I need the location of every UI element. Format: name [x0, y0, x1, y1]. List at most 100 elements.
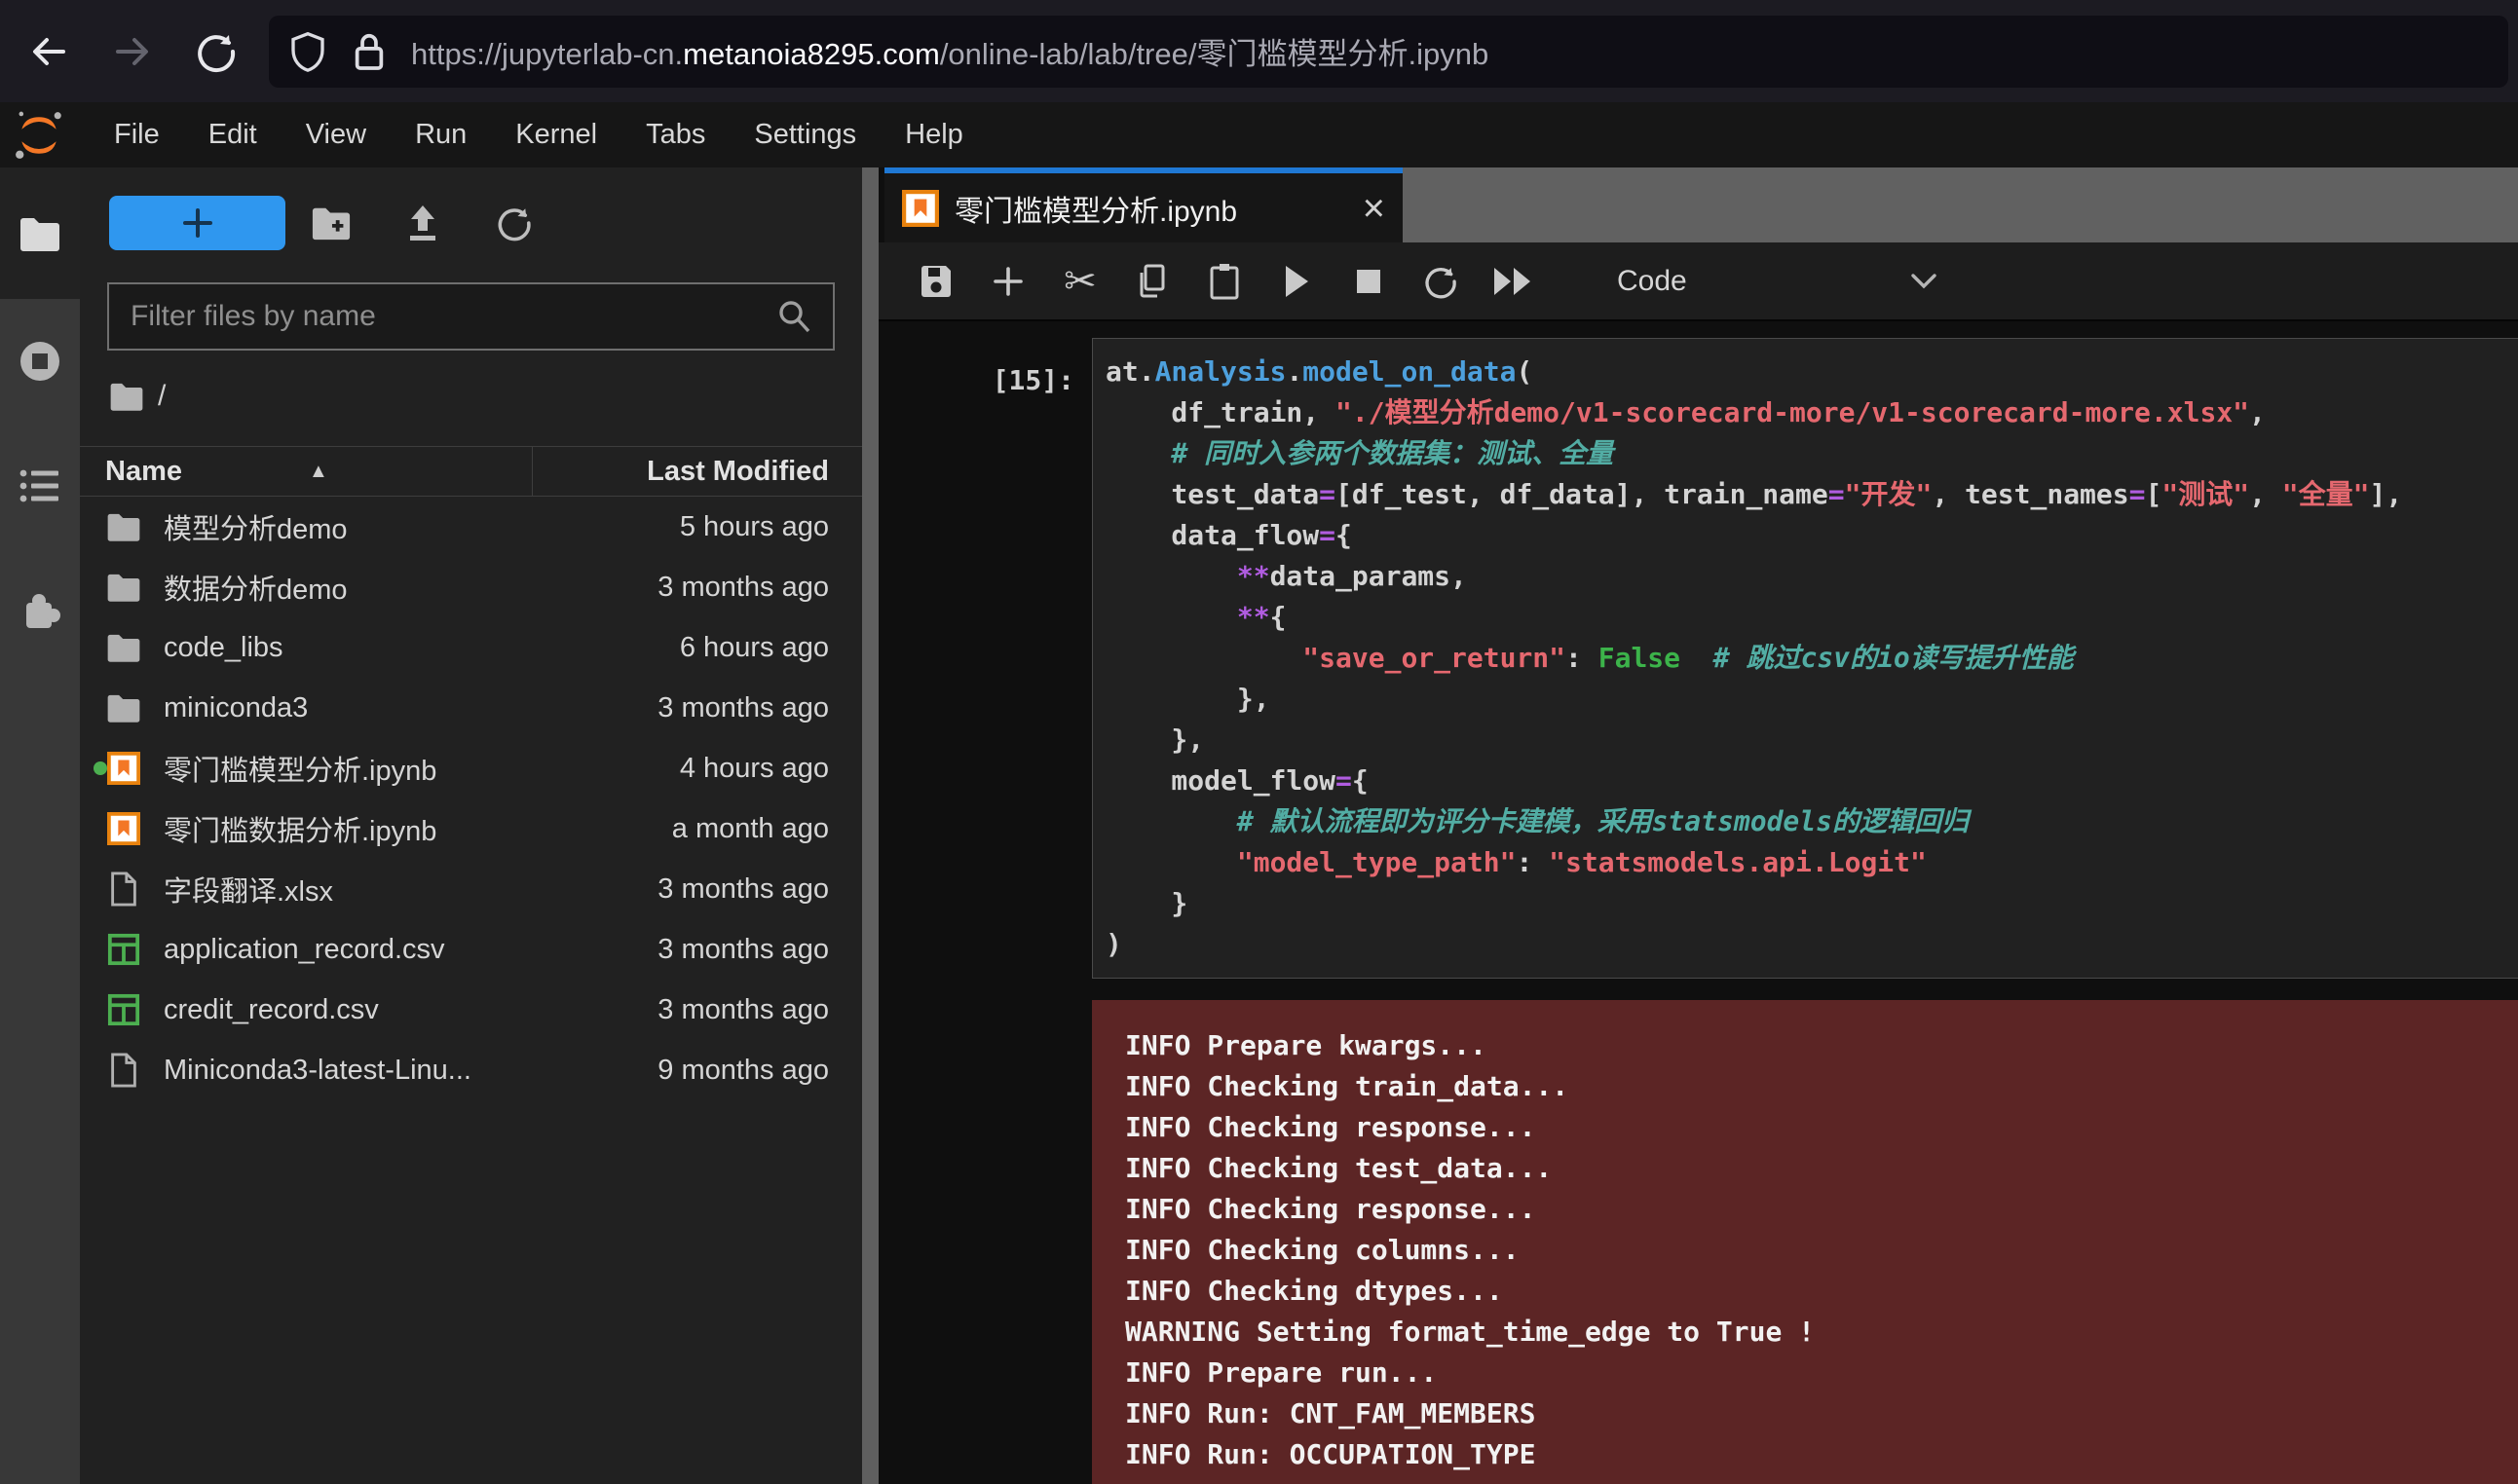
- forward-icon[interactable]: [97, 17, 168, 87]
- folder-icon: [106, 573, 141, 602]
- spreadsheet-icon: [107, 933, 140, 966]
- menu-run[interactable]: Run: [391, 102, 491, 167]
- search-icon: [774, 297, 813, 336]
- add-cell-button[interactable]: [972, 252, 1044, 311]
- filter-files-input[interactable]: [109, 300, 755, 333]
- file-row[interactable]: 数据分析demo3 months ago: [80, 557, 862, 617]
- file-row[interactable]: 零门槛模型分析.ipynb4 hours ago: [80, 738, 862, 798]
- menu-view[interactable]: View: [282, 102, 391, 167]
- code-line: at.Analysis.model_on_data(: [1106, 352, 2518, 392]
- upload-button[interactable]: [377, 204, 469, 242]
- back-icon[interactable]: [14, 17, 84, 87]
- execution-count: [15]:: [879, 338, 1092, 979]
- sidebar-item-toc[interactable]: [0, 424, 80, 548]
- file-browser-panel: / Name ▲ Last Modified 模型分析demo5 hours a…: [80, 167, 862, 1484]
- plus-icon: [992, 265, 1025, 298]
- file-modified: 3 months ago: [658, 994, 862, 1026]
- shield-icon[interactable]: [288, 30, 327, 73]
- close-icon[interactable]: ×: [1363, 189, 1385, 228]
- file-name: credit_record.csv: [164, 994, 658, 1026]
- browser-toolbar: https://jupyterlab-cn.metanoia8295.com/o…: [0, 0, 2518, 102]
- code-cell: [15]: at.Analysis.model_on_data( df_trai…: [879, 338, 2518, 979]
- folder-icon: [105, 633, 142, 662]
- file-row[interactable]: miniconda33 months ago: [80, 678, 862, 738]
- restart-kernel-button[interactable]: [1405, 252, 1477, 311]
- code-line: df_train, "./模型分析demo/v1-scorecard-more/…: [1106, 392, 2518, 433]
- code-editor[interactable]: at.Analysis.model_on_data( df_train, "./…: [1092, 338, 2518, 979]
- cell-type-label: Code: [1617, 265, 1687, 298]
- tab-title: 零门槛模型分析.ipynb: [955, 187, 1237, 230]
- new-launcher-button[interactable]: [109, 196, 285, 250]
- refresh-button[interactable]: [469, 204, 560, 242]
- paste-cells-button[interactable]: [1188, 252, 1260, 311]
- stop-kernel-button[interactable]: [1333, 252, 1405, 311]
- save-icon: [918, 263, 955, 300]
- code-line: "save_or_return": False # 跳过csv的io读写提升性能: [1106, 638, 2518, 679]
- code-line: **{: [1106, 597, 2518, 638]
- column-header-name[interactable]: Name ▲: [80, 456, 532, 488]
- screen: https://jupyterlab-cn.metanoia8295.com/o…: [0, 0, 2518, 1484]
- file-row[interactable]: 字段翻译.xlsx3 months ago: [80, 859, 862, 919]
- url-bar[interactable]: https://jupyterlab-cn.metanoia8295.com/o…: [269, 16, 2508, 88]
- code-line: data_flow={: [1106, 515, 2518, 556]
- menu-tabs[interactable]: Tabs: [621, 102, 730, 167]
- copy-cells-button[interactable]: [1116, 252, 1188, 311]
- panel-splitter[interactable]: [862, 167, 879, 1484]
- sidebar-item-extensions[interactable]: [0, 548, 80, 673]
- folder-icon: [105, 573, 142, 602]
- file-row[interactable]: application_record.csv3 months ago: [80, 919, 862, 980]
- jupyterlab-menubar: FileEditViewRunKernelTabsSettingsHelp: [0, 102, 2518, 167]
- puzzle-icon: [19, 589, 61, 632]
- file-name: miniconda3: [164, 692, 658, 724]
- log-line: INFO Prepare kwargs...: [1125, 1025, 2518, 1066]
- notebook-icon: [107, 752, 140, 785]
- notebook-icon: [902, 190, 939, 227]
- column-header-last-modified[interactable]: Last Modified: [532, 447, 862, 496]
- menu-settings[interactable]: Settings: [730, 102, 881, 167]
- breadcrumb[interactable]: /: [109, 380, 166, 413]
- breadcrumb-root[interactable]: /: [158, 380, 166, 413]
- stop-icon: [1355, 268, 1382, 295]
- file-row[interactable]: 零门槛数据分析.ipynba month ago: [80, 798, 862, 859]
- reload-icon[interactable]: [181, 17, 251, 87]
- cut-cells-button[interactable]: ✂: [1044, 252, 1116, 311]
- sidebar-item-file-browser[interactable]: [0, 167, 80, 299]
- menu-edit[interactable]: Edit: [184, 102, 282, 167]
- folder-icon: [105, 512, 142, 541]
- menu-kernel[interactable]: Kernel: [491, 102, 621, 167]
- file-row[interactable]: 模型分析demo5 hours ago: [80, 497, 862, 557]
- run-cell-button[interactable]: [1260, 252, 1333, 311]
- code-line: },: [1106, 679, 2518, 720]
- url-text: https://jupyterlab-cn.metanoia8295.com/o…: [411, 29, 1488, 73]
- new-folder-button[interactable]: [285, 205, 377, 241]
- log-line: INFO Checking dtypes...: [1125, 1271, 2518, 1312]
- code-line: **data_params,: [1106, 556, 2518, 597]
- file-row[interactable]: credit_record.csv3 months ago: [80, 980, 862, 1040]
- log-line: INFO Checking train_data...: [1125, 1066, 2518, 1107]
- menu-items: FileEditViewRunKernelTabsSettingsHelp: [90, 102, 988, 167]
- log-line: INFO Prepare run...: [1125, 1353, 2518, 1393]
- file-name: application_record.csv: [164, 934, 658, 966]
- notebook-toolbar: ✂ Code: [879, 242, 2518, 321]
- menu-help[interactable]: Help: [881, 102, 988, 167]
- file-modified: 3 months ago: [658, 873, 862, 906]
- code-line: ): [1106, 924, 2518, 965]
- folder-icon: [109, 382, 144, 411]
- restart-run-all-button[interactable]: [1477, 252, 1549, 311]
- file-modified: 6 hours ago: [680, 632, 862, 664]
- menu-file[interactable]: File: [90, 102, 184, 167]
- cell-type-dropdown[interactable]: Code: [1617, 265, 1938, 298]
- log-line: INFO Run: OCCUPATION_TYPE: [1125, 1434, 2518, 1475]
- log-line: INFO Checking response...: [1125, 1107, 2518, 1148]
- file-row[interactable]: Miniconda3-latest-Linu...9 months ago: [80, 1040, 862, 1100]
- file-row[interactable]: code_libs6 hours ago: [80, 617, 862, 678]
- file-name: Miniconda3-latest-Linu...: [164, 1055, 658, 1087]
- run-icon: [1282, 264, 1311, 299]
- sidebar-item-running[interactable]: [0, 299, 80, 424]
- log-line: INFO Checking response...: [1125, 1189, 2518, 1230]
- lock-icon[interactable]: [353, 30, 386, 73]
- save-button[interactable]: [900, 252, 972, 311]
- file-icon: [109, 1053, 138, 1088]
- folder-icon: [105, 693, 142, 723]
- notebook-tab[interactable]: 零门槛模型分析.ipynb ×: [884, 167, 1403, 242]
